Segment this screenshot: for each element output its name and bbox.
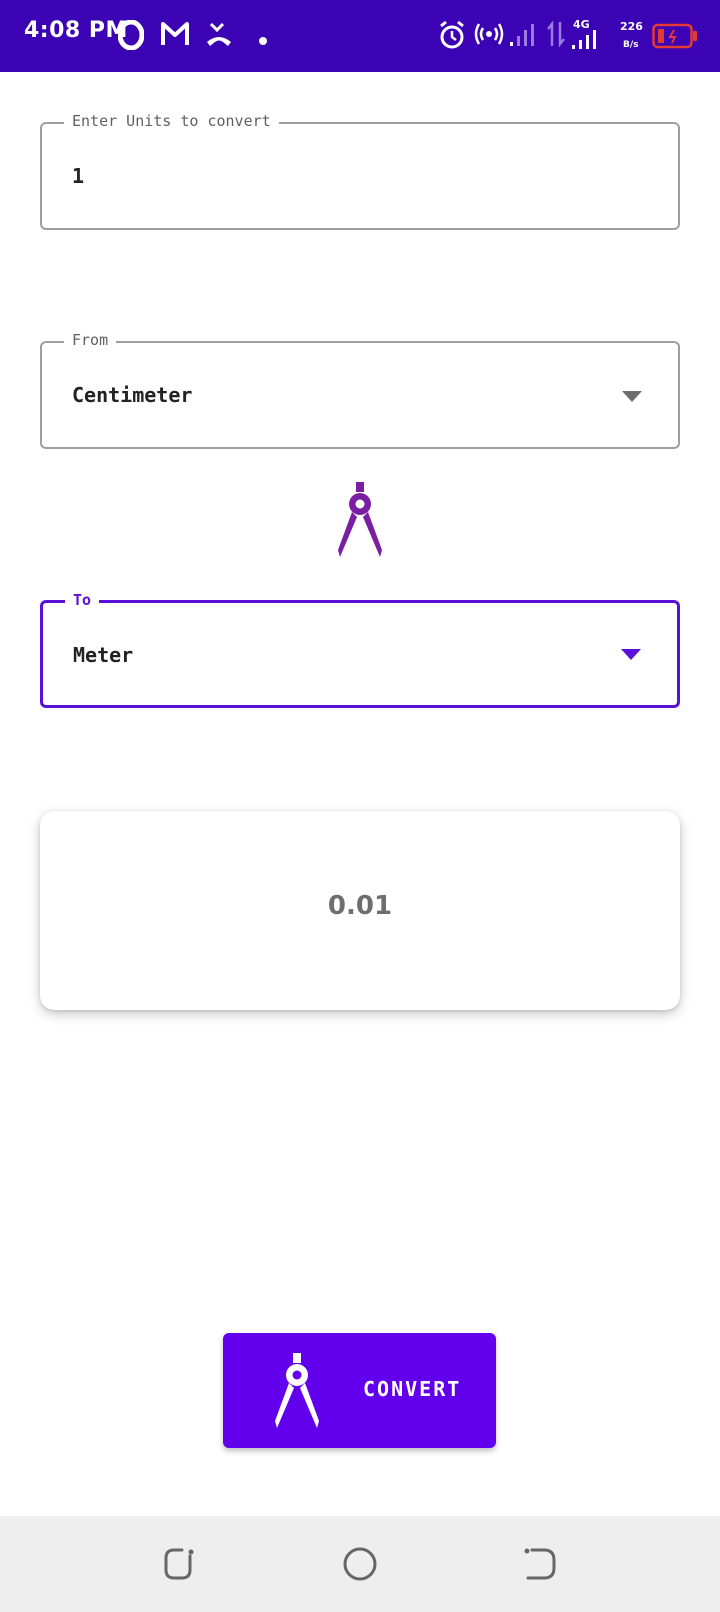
compass-icon <box>271 1351 323 1433</box>
convert-button-label: CONVERT <box>363 1377 462 1401</box>
from-unit-label: From <box>64 331 117 349</box>
status-time: 4:08 PM <box>24 18 128 43</box>
dot-icon <box>258 31 268 50</box>
from-dropdown-arrow-icon[interactable] <box>622 391 642 402</box>
units-input-label: Enter Units to convert <box>64 112 279 130</box>
alarm-icon <box>438 20 466 54</box>
result-value: 0.01 <box>327 891 393 921</box>
to-dropdown-arrow-icon[interactable] <box>621 649 641 660</box>
battery-low-icon <box>652 23 698 53</box>
signal-4g-icon <box>570 30 598 54</box>
units-input-value[interactable]: 1 <box>72 164 84 188</box>
to-unit-dropdown[interactable]: To Meter <box>40 591 680 708</box>
signal-icon <box>508 20 536 52</box>
gmail-icon <box>160 20 190 52</box>
recents-icon[interactable] <box>162 1546 198 1586</box>
home-icon[interactable] <box>342 1546 378 1586</box>
from-unit-dropdown[interactable]: From Centimeter <box>40 331 680 449</box>
net-speed-unit: B/s <box>623 40 639 50</box>
data-arrows-icon <box>546 20 566 52</box>
from-unit-selected: Centimeter <box>72 383 193 407</box>
result-card: 0.01 <box>40 811 680 1010</box>
system-nav-bar <box>0 1516 720 1612</box>
back-icon[interactable] <box>522 1546 558 1586</box>
to-unit-selected: Meter <box>73 643 134 667</box>
units-input-field[interactable]: Enter Units to convert 1 <box>40 112 680 230</box>
status-bar: 4:08 PM 4G 226 B/s <box>0 0 720 72</box>
hotspot-icon <box>474 20 504 52</box>
to-unit-label: To <box>65 591 100 609</box>
missed-call-icon <box>205 20 233 52</box>
net-speed-value: 226 <box>620 20 643 33</box>
convert-button[interactable]: CONVERT <box>223 1333 496 1448</box>
opera-icon <box>117 19 145 54</box>
compass-icon <box>334 480 386 562</box>
